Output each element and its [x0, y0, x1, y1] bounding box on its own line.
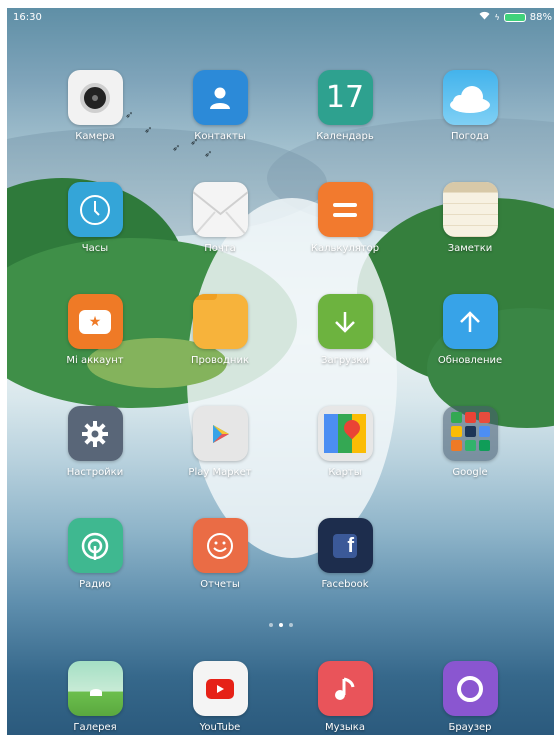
app-calculator[interactable]: Калькулятор	[295, 182, 395, 254]
app-label: Музыка	[325, 722, 365, 733]
dock-browser[interactable]: Браузер	[420, 661, 520, 733]
app-label: Контакты	[194, 131, 246, 142]
app-label: YouTube	[199, 722, 241, 733]
app-label: Mi аккаунт	[66, 355, 124, 366]
mi-account-icon: ★	[67, 294, 123, 349]
app-downloads[interactable]: Загрузки	[295, 294, 395, 366]
app-google-folder[interactable]: Google	[420, 406, 520, 478]
app-label: Проводник	[191, 355, 249, 366]
app-label: Настройки	[66, 467, 124, 478]
app-label: Погода	[450, 131, 490, 142]
weather-icon	[442, 70, 498, 125]
google-folder-icon	[442, 406, 498, 461]
download-arrow-icon	[317, 294, 373, 349]
app-calendar[interactable]: 17 Календарь	[295, 70, 395, 142]
page-dot-active[interactable]	[279, 623, 283, 627]
app-mail[interactable]: Почта	[170, 182, 270, 254]
app-label: Галерея	[73, 722, 117, 733]
battery-icon	[503, 12, 526, 22]
app-reports[interactable]: Отчеты	[170, 518, 270, 590]
page-dot[interactable]	[269, 623, 273, 627]
app-settings[interactable]: Настройки	[45, 406, 145, 478]
browser-icon	[442, 661, 498, 716]
bird-icon: ➶	[172, 143, 181, 154]
app-label: Facebook	[321, 579, 369, 590]
app-maps[interactable]: Карты	[295, 406, 395, 478]
wifi-icon	[479, 11, 490, 23]
app-play-market[interactable]: Play Маркет	[170, 406, 270, 478]
app-clock[interactable]: Часы	[45, 182, 145, 254]
app-files[interactable]: Проводник	[170, 294, 270, 366]
app-contacts[interactable]: Контакты	[170, 70, 270, 142]
app-label: Радио	[79, 579, 111, 590]
app-weather[interactable]: Погода	[420, 70, 520, 142]
page-dot[interactable]	[289, 623, 293, 627]
status-time: 16:30	[13, 12, 42, 23]
app-label: Камера	[75, 131, 115, 142]
facebook-icon: f	[317, 518, 373, 573]
status-right: ϟ 88%	[479, 11, 552, 23]
app-mi-account[interactable]: ★ Mi аккаунт	[45, 294, 145, 366]
calendar-icon: 17	[317, 70, 373, 125]
play-store-icon	[192, 406, 248, 461]
app-label: Обновление	[437, 355, 503, 366]
notes-icon	[442, 182, 498, 237]
radio-icon	[67, 518, 123, 573]
charging-icon: ϟ	[494, 12, 500, 22]
update-arrow-icon	[442, 294, 498, 349]
dock-youtube[interactable]: YouTube	[170, 661, 270, 733]
smile-icon	[192, 518, 248, 573]
maps-icon	[317, 406, 373, 461]
youtube-icon	[192, 661, 248, 716]
app-label: Отчеты	[200, 579, 240, 590]
app-label: Play Маркет	[188, 467, 252, 478]
app-radio[interactable]: Радио	[45, 518, 145, 590]
dock-gallery[interactable]: Галерея	[45, 661, 145, 733]
calculator-icon	[317, 182, 373, 237]
app-update[interactable]: Обновление	[420, 294, 520, 366]
app-label: Часы	[81, 243, 109, 254]
folder-icon	[192, 294, 248, 349]
gallery-icon	[67, 661, 123, 716]
bird-icon: ➶	[144, 125, 153, 136]
app-facebook[interactable]: f Facebook	[295, 518, 395, 590]
gear-icon	[67, 406, 123, 461]
app-label: Калькулятор	[310, 243, 380, 254]
app-label: Почта	[204, 243, 236, 254]
app-label: Заметки	[447, 243, 493, 254]
page-indicator	[269, 623, 293, 627]
app-label: Google	[452, 467, 488, 478]
app-label: Загрузки	[321, 355, 369, 366]
dock-music[interactable]: Музыка	[295, 661, 395, 733]
camera-icon	[67, 70, 123, 125]
status-bar: 16:30 ϟ 88%	[7, 8, 554, 26]
music-note-icon	[317, 661, 373, 716]
battery-percent: 88%	[529, 11, 552, 23]
app-camera[interactable]: Камера	[45, 70, 145, 142]
mail-icon	[192, 182, 248, 237]
bird-icon: ➶	[204, 149, 213, 160]
app-notes[interactable]: Заметки	[420, 182, 520, 254]
app-label: Карты	[328, 467, 362, 478]
home-screen: ➶ ➶ ➶ ➶ ➶ 16:30 ϟ 88% Камера Контакты 17…	[7, 8, 554, 735]
contacts-icon	[192, 70, 248, 125]
app-label: Браузер	[448, 722, 492, 733]
calendar-date: 17	[325, 80, 365, 115]
app-label: Календарь	[316, 131, 374, 142]
clock-icon	[67, 182, 123, 237]
